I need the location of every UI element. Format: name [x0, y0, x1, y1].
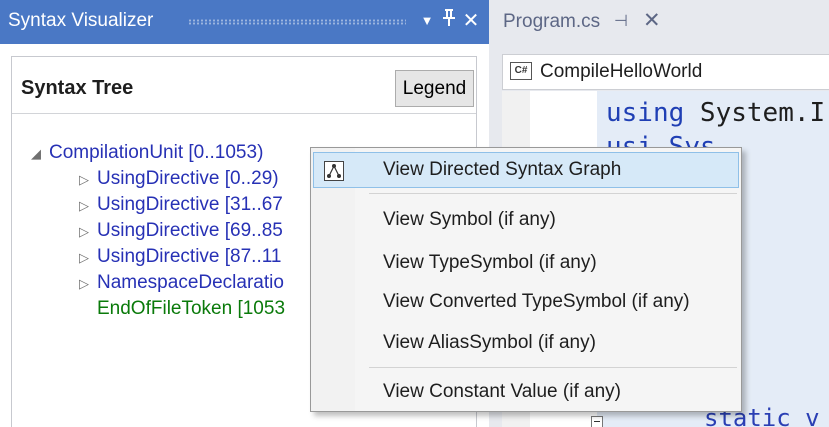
project-navigation-bar[interactable]: C# CompileHelloWorld [502, 54, 829, 90]
tree-node[interactable]: ▷ UsingDirective [87..11 [79, 245, 281, 270]
menu-item-view-symbol[interactable]: View Symbol (if any) [313, 202, 739, 238]
csharp-project-icon: C# [510, 62, 532, 80]
code-keyword: using [606, 98, 685, 128]
menu-item-view-aliassymbol[interactable]: View AliasSymbol (if any) [313, 325, 739, 361]
menu-item-label: View AliasSymbol (if any) [383, 332, 596, 353]
context-menu: View Directed Syntax Graph View Symbol (… [310, 147, 742, 412]
tool-window-title-bar[interactable]: Syntax Visualizer ▼ ✕ [0, 0, 489, 44]
tree-node-label: UsingDirective [31..67 [97, 194, 283, 215]
menu-item-label: View Constant Value (if any) [383, 381, 621, 402]
menu-item-view-converted-typesymbol[interactable]: View Converted TypeSymbol (if any) [313, 284, 739, 320]
graph-icon [324, 161, 344, 181]
collapsed-arrow-icon[interactable]: ▷ [79, 168, 97, 192]
divider [12, 113, 476, 114]
tree-node-label: CompilationUnit [0..1053) [49, 142, 264, 163]
menu-item-view-constant-value[interactable]: View Constant Value (if any) [313, 374, 739, 410]
collapsed-arrow-icon[interactable]: ▷ [79, 246, 97, 270]
tree-node-label: EndOfFileToken [1053 [97, 298, 286, 319]
tree-node-label: UsingDirective [0..29) [97, 168, 279, 189]
drag-grip[interactable] [188, 19, 406, 25]
pin-tab-icon[interactable]: ⊣ [614, 11, 628, 31]
code-identifier: System.I [684, 98, 826, 128]
tree-node[interactable]: ▷ UsingDirective [69..85 [79, 219, 283, 244]
close-tab-icon[interactable]: ✕ [643, 8, 661, 33]
pin-icon[interactable] [438, 6, 460, 36]
legend-button[interactable]: Legend [395, 70, 474, 107]
menu-item-label: View TypeSymbol (if any) [383, 252, 597, 273]
menu-separator [369, 367, 737, 368]
menu-item-view-directed-syntax-graph[interactable]: View Directed Syntax Graph [313, 152, 739, 188]
tree-node-label: UsingDirective [87..11 [97, 246, 282, 267]
tree-node[interactable]: ▷ UsingDirective [0..29) [79, 167, 279, 192]
menu-item-label: View Symbol (if any) [383, 209, 556, 230]
menu-item-label: View Directed Syntax Graph [383, 159, 622, 180]
tree-node[interactable]: ▷ UsingDirective [31..67 [79, 193, 283, 218]
expanded-arrow-icon[interactable]: ◢ [31, 142, 49, 166]
collapsed-arrow-icon[interactable]: ▷ [79, 272, 97, 296]
tool-window-title: Syntax Visualizer [8, 10, 154, 31]
tree-node-compilation-unit[interactable]: ◢ CompilationUnit [0..1053) [31, 141, 263, 166]
tree-node-token[interactable]: EndOfFileToken [1053 [97, 297, 285, 321]
syntax-tree-heading: Syntax Tree [21, 77, 134, 99]
menu-item-label: View Converted TypeSymbol (if any) [383, 291, 690, 312]
menu-item-view-typesymbol[interactable]: View TypeSymbol (if any) [313, 245, 739, 281]
dropdown-icon[interactable]: ▼ [416, 6, 438, 36]
tree-node-label: UsingDirective [69..85 [97, 220, 283, 241]
editor-tab-strip: Program.cs ⊣ ✕ [489, 0, 829, 44]
collapsed-arrow-icon[interactable]: ▷ [79, 220, 97, 244]
collapsed-arrow-icon[interactable]: ▷ [79, 194, 97, 218]
collapse-icon[interactable] [591, 416, 603, 427]
menu-separator [369, 193, 737, 194]
tree-node-label: NamespaceDeclaratio [97, 272, 284, 293]
project-name[interactable]: CompileHelloWorld [540, 61, 702, 83]
tree-node[interactable]: ▷ NamespaceDeclaratio [79, 271, 284, 296]
tab-program-cs[interactable]: Program.cs [503, 11, 600, 33]
close-icon[interactable]: ✕ [460, 6, 482, 36]
code-line[interactable]: using System.I [606, 98, 825, 128]
